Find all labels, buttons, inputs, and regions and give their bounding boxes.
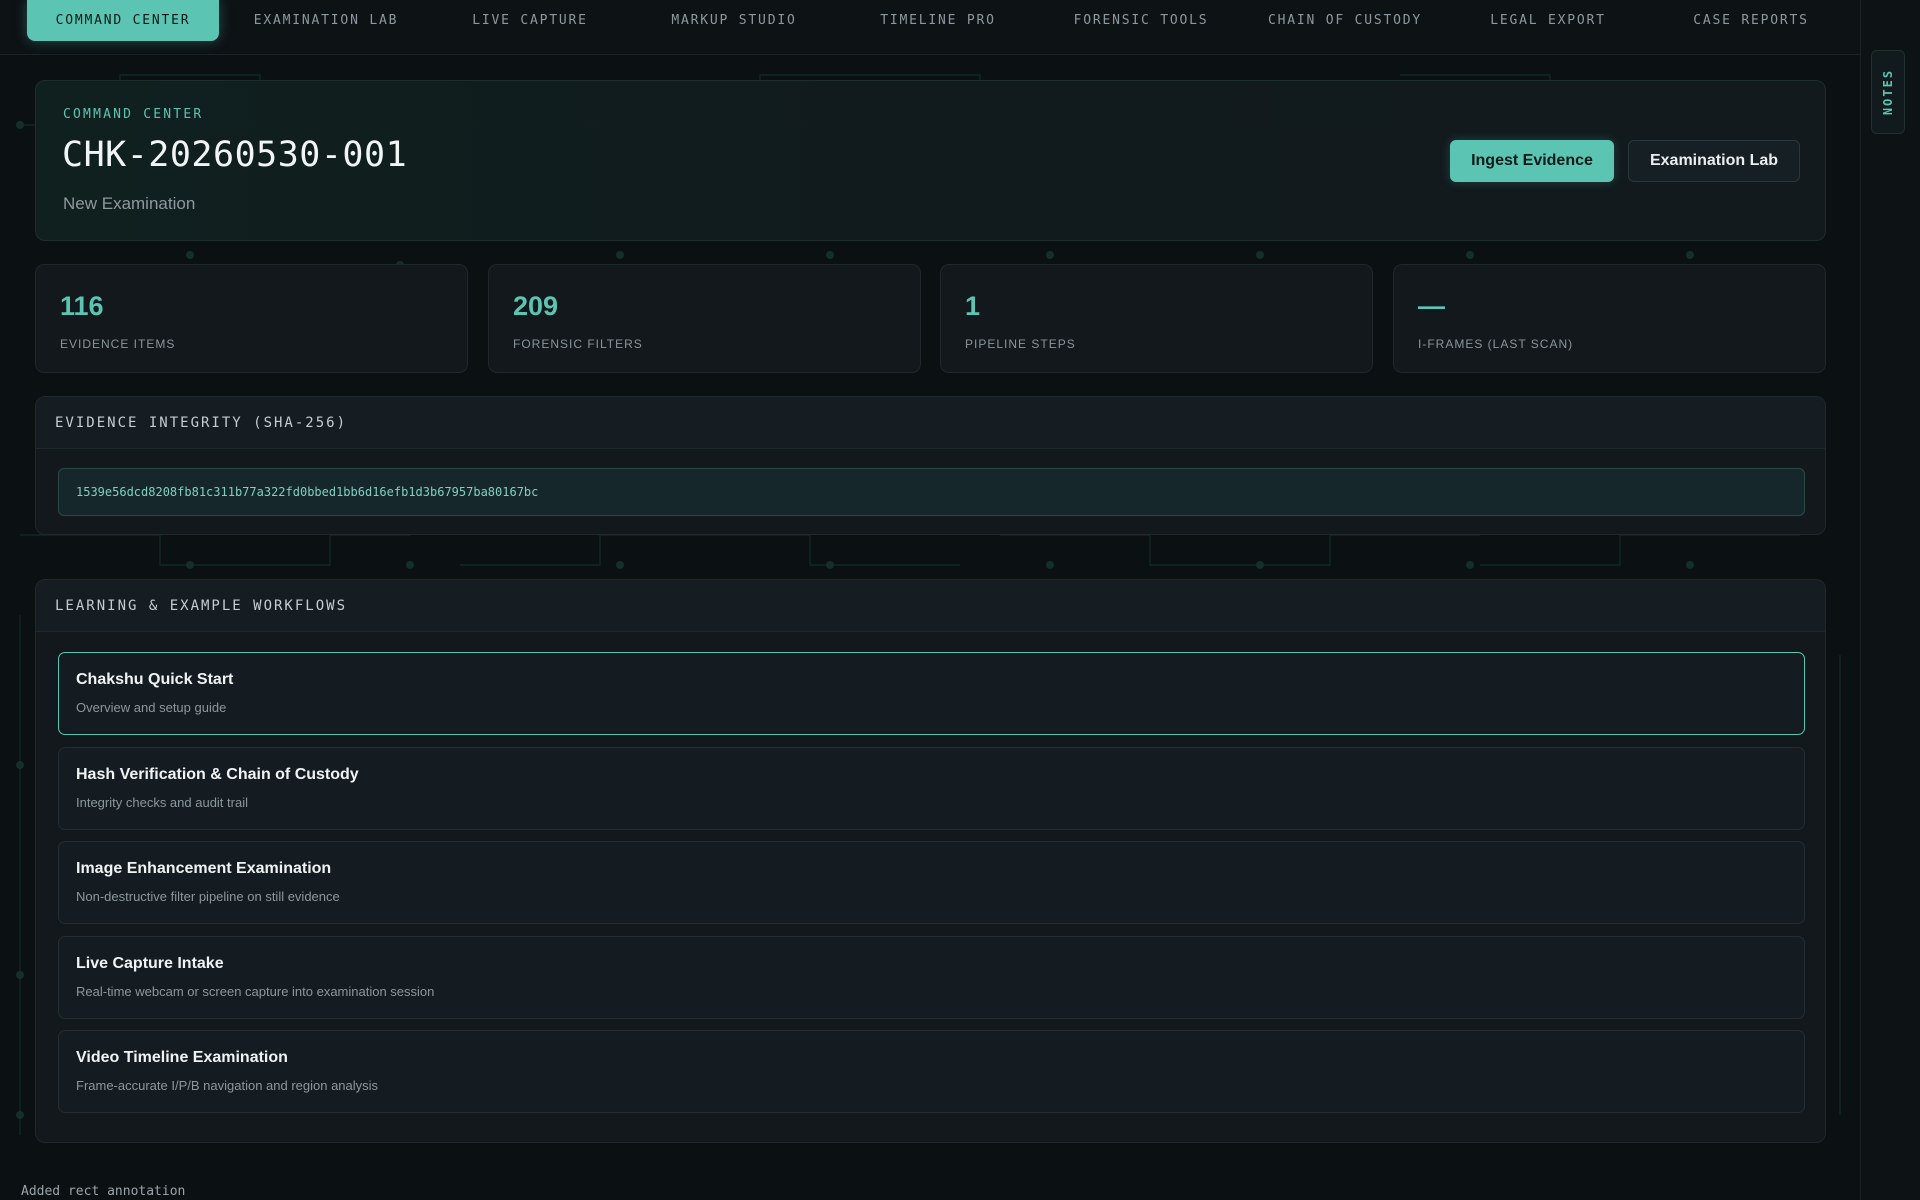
- case-id-title: CHK-20260530-001: [62, 135, 408, 175]
- stat-label: I-FRAMES (LAST SCAN): [1418, 337, 1574, 351]
- stat-card-pipeline-steps: 1 PIPELINE STEPS: [940, 264, 1373, 373]
- workflow-item-image-enhancement[interactable]: Image Enhancement Examination Non-destru…: [58, 841, 1805, 924]
- workflow-item-live-capture[interactable]: Live Capture Intake Real-time webcam or …: [58, 936, 1805, 1019]
- notes-tab-label: NOTES: [1881, 68, 1895, 116]
- section-kicker: COMMAND CENTER: [63, 107, 204, 122]
- stat-card-iframes: — I-FRAMES (LAST SCAN): [1393, 264, 1826, 373]
- case-header: COMMAND CENTER CHK-20260530-001 New Exam…: [35, 80, 1826, 241]
- panel-heading: LEARNING & EXAMPLE WORKFLOWS: [36, 580, 1825, 632]
- sha256-hash-value[interactable]: 1539e56dcd8208fb81c311b77a322fd0bbed1bb6…: [58, 468, 1805, 516]
- stat-value: —: [1418, 291, 1445, 321]
- panel-heading: EVIDENCE INTEGRITY (SHA-256): [36, 397, 1825, 449]
- right-sidebar: NOTES: [1860, 0, 1920, 1200]
- workflow-item-quick-start[interactable]: Chakshu Quick Start Overview and setup g…: [58, 652, 1805, 735]
- tab-forensic-tools[interactable]: FORENSIC TOOLS: [1043, 0, 1239, 41]
- workflow-title: Chakshu Quick Start: [76, 671, 234, 688]
- evidence-integrity-panel: EVIDENCE INTEGRITY (SHA-256) 1539e56dcd8…: [35, 396, 1826, 535]
- tab-examination-lab[interactable]: EXAMINATION LAB: [228, 0, 424, 41]
- workflow-title: Live Capture Intake: [76, 955, 224, 972]
- tab-command-center[interactable]: COMMAND CENTER: [27, 0, 219, 41]
- ingest-evidence-button[interactable]: Ingest Evidence: [1450, 140, 1614, 182]
- workflow-title: Video Timeline Examination: [76, 1049, 288, 1066]
- stat-label: EVIDENCE ITEMS: [60, 337, 176, 351]
- examination-lab-button[interactable]: Examination Lab: [1628, 140, 1800, 182]
- stat-value: 116: [60, 291, 104, 321]
- stat-value: 1: [965, 291, 981, 321]
- tab-chain-of-custody[interactable]: CHAIN OF CUSTODY: [1247, 0, 1443, 41]
- stat-label: PIPELINE STEPS: [965, 337, 1076, 351]
- tab-timeline-pro[interactable]: TIMELINE PRO: [840, 0, 1036, 41]
- workflow-title: Image Enhancement Examination: [76, 860, 332, 877]
- workflow-description: Frame-accurate I/P/B navigation and regi…: [76, 1078, 379, 1093]
- stat-label: FORENSIC FILTERS: [513, 337, 643, 351]
- workflow-description: Real-time webcam or screen capture into …: [76, 984, 435, 999]
- workflow-title: Hash Verification & Chain of Custody: [76, 766, 359, 783]
- workflow-item-video-timeline[interactable]: Video Timeline Examination Frame-accurat…: [58, 1030, 1805, 1113]
- stat-value: 209: [513, 291, 559, 321]
- status-message: Added rect annotation: [21, 1184, 186, 1199]
- notes-tab[interactable]: NOTES: [1871, 50, 1905, 134]
- workflow-item-hash-verification[interactable]: Hash Verification & Chain of Custody Int…: [58, 747, 1805, 830]
- workflow-description: Non-destructive filter pipeline on still…: [76, 889, 340, 904]
- case-subtitle: New Examination: [63, 194, 196, 213]
- top-nav: COMMAND CENTER EXAMINATION LAB LIVE CAPT…: [0, 0, 1860, 55]
- workflow-description: Overview and setup guide: [76, 700, 227, 715]
- workflow-description: Integrity checks and audit trail: [76, 795, 248, 810]
- tab-markup-studio[interactable]: MARKUP STUDIO: [636, 0, 832, 41]
- stat-card-forensic-filters: 209 FORENSIC FILTERS: [488, 264, 921, 373]
- stat-card-evidence-items: 116 EVIDENCE ITEMS: [35, 264, 468, 373]
- workflows-panel: LEARNING & EXAMPLE WORKFLOWS Chakshu Qui…: [35, 579, 1826, 1143]
- tab-legal-export[interactable]: LEGAL EXPORT: [1450, 0, 1646, 41]
- tab-case-reports[interactable]: CASE REPORTS: [1654, 0, 1848, 41]
- tab-live-capture[interactable]: LIVE CAPTURE: [432, 0, 628, 41]
